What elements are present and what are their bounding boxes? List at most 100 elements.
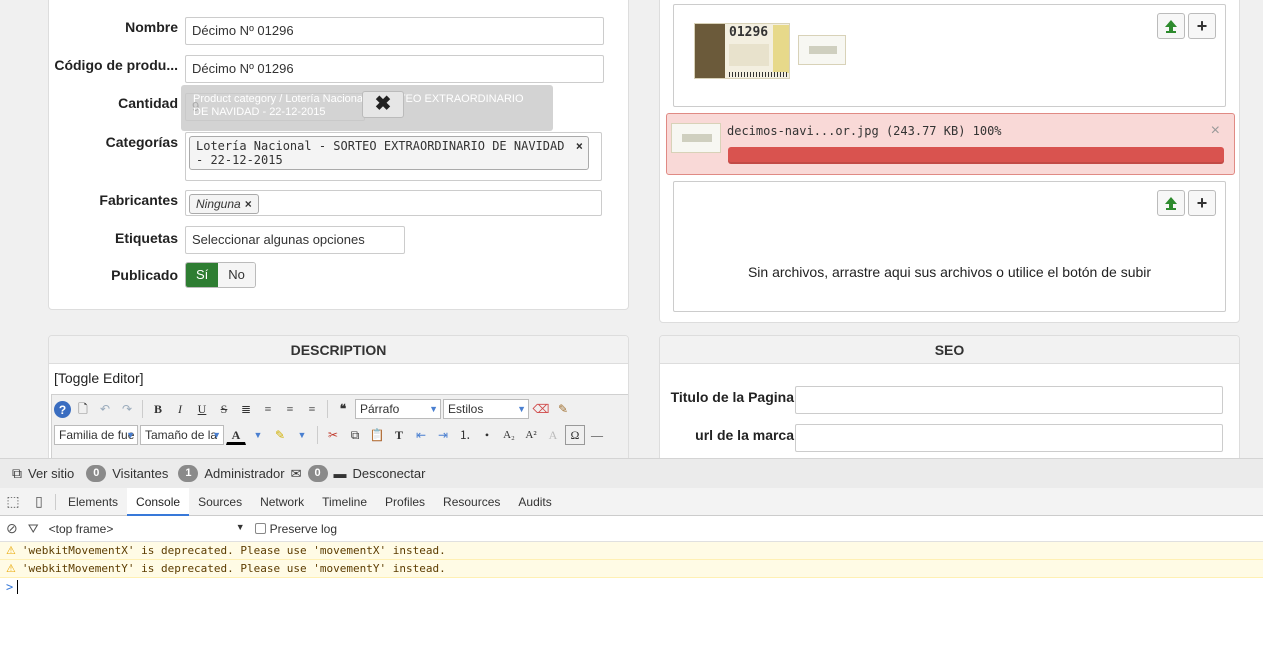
copy-icon[interactable]: ⧉ [345,425,365,445]
secondary-thumbnail[interactable] [798,35,846,65]
tab-resources[interactable]: Resources [434,488,509,516]
format-select-value: Párrafo [360,402,400,416]
remove-category-icon[interactable]: × [576,139,583,153]
logout-icon[interactable]: ▬ [334,466,347,481]
eraser-icon[interactable]: ⌫ [531,399,551,419]
device-mode-icon[interactable]: ▯ [26,493,52,510]
external-link-icon[interactable]: ⧉ [12,465,22,482]
font-size-select[interactable]: Tamaño de la ▼ [140,425,224,445]
align-right-icon[interactable]: ≡ [302,399,322,419]
cleanup-brush-icon[interactable]: ✎ [553,399,573,419]
strikethrough-button[interactable]: S [214,399,234,419]
format-select[interactable]: Párrafo ▼ [355,399,441,419]
tab-timeline[interactable]: Timeline [313,488,376,516]
toolbar-separator [142,400,143,418]
tab-profiles[interactable]: Profiles [376,488,434,516]
align-center-icon[interactable]: ≡ [258,399,278,419]
brand-url-input[interactable] [795,424,1223,452]
paste-text-icon[interactable]: T [389,425,409,445]
image-dropzone-main[interactable]: 01296 + [673,4,1226,107]
font-size-select-value: Tamaño de la [145,428,218,442]
code-input[interactable]: Décimo Nº 01296 [185,55,604,83]
redo-icon[interactable]: ↷ [117,399,137,419]
inspect-element-icon[interactable]: ⬚ [0,493,26,510]
frame-select[interactable]: <top frame> ▼ [49,522,245,536]
chevron-down-icon: ▼ [235,521,245,532]
tab-network[interactable]: Network [251,488,313,516]
envelope-icon[interactable]: ✉ [291,466,302,482]
horizontal-rule-icon[interactable]: — [587,425,607,445]
remove-manufacturer-icon[interactable]: × [245,197,252,211]
blockquote-icon[interactable]: ❝ [333,399,353,419]
logout-link[interactable]: Desconectar [353,466,426,481]
chevron-down-icon[interactable]: ▼ [292,425,312,445]
chevron-down-icon: ▼ [517,404,526,414]
published-toggle[interactable]: Sí No [185,262,256,288]
admins-label[interactable]: Administrador [204,466,284,481]
messages-badge: 0 [307,465,328,482]
tooltip-close-button[interactable]: ✖ [362,91,404,118]
bold-button[interactable]: B [148,399,168,419]
name-label: Nombre [125,19,178,35]
lottery-ticket-thumbnail[interactable]: 01296 [694,23,790,79]
cut-icon[interactable]: ✂ [323,425,343,445]
upload-close-icon[interactable]: × [1211,122,1220,140]
visitors-badge: 0 [86,465,107,482]
help-icon[interactable]: ? [54,400,71,418]
font-family-select[interactable]: Familia de fue ▼ [54,425,138,445]
published-no-button[interactable]: No [218,263,255,287]
filter-icon[interactable]: ⛛ [28,521,39,537]
plus-icon: + [1196,16,1208,36]
undo-icon[interactable]: ↶ [95,399,115,419]
underline-button[interactable]: U [192,399,212,419]
console-warning: ⚠ 'webkitMovementX' is deprecated. Pleas… [0,542,1263,560]
subscript-icon[interactable]: A₂ [499,425,519,445]
italic-button[interactable]: I [170,399,190,419]
console-prompt[interactable]: > [0,578,1263,596]
font-family-select-value: Familia de fue [59,428,135,442]
justify-icon[interactable]: ≣ [236,399,256,419]
categories-input[interactable]: Lotería Nacional - SORTEO EXTRAORDINARIO… [185,132,602,181]
outdent-icon[interactable]: ⇤ [411,425,431,445]
admin-bar: ⧉ Ver sitio 0 Visitantes 1 Administrador… [0,458,1263,488]
upload-button-secondary[interactable] [1157,190,1185,216]
name-input[interactable]: Décimo Nº 01296 [185,17,604,45]
align-left-icon[interactable]: ≡ [280,399,300,419]
tags-input[interactable]: Seleccionar algunas opciones [185,226,405,254]
styles-select[interactable]: Estilos ▼ [443,399,529,419]
add-image-button[interactable]: + [1188,13,1216,39]
seo-header: SEO [660,336,1239,364]
seo-section: SEO Titulo de la Pagina url de la marca [659,335,1240,458]
visitors-label[interactable]: Visitantes [112,466,168,481]
special-char-icon[interactable]: Ω [565,425,585,445]
chevron-down-icon[interactable]: ▼ [248,425,268,445]
code-label: Código de produ... [54,57,178,73]
text-color-icon[interactable]: A [226,425,246,445]
page-title-input[interactable] [795,386,1223,414]
preserve-log-checkbox[interactable] [254,523,266,534]
numbered-list-icon[interactable]: ⒈ [455,425,475,445]
bullet-list-icon[interactable]: • [477,425,497,445]
tab-console[interactable]: Console [127,487,190,516]
paste-icon[interactable]: 📋 [367,425,387,445]
clear-console-icon[interactable]: ⊘ [6,520,18,537]
view-site-link[interactable]: Ver sitio [28,466,74,481]
manufacturer-tag: Ninguna × [189,194,259,214]
indent-icon[interactable]: ⇥ [433,425,453,445]
tab-audits[interactable]: Audits [509,488,560,516]
tab-elements[interactable]: Elements [59,488,127,516]
published-yes-button[interactable]: Sí [186,263,219,287]
tab-sources[interactable]: Sources [189,488,251,516]
new-document-icon[interactable]: 🗋 [73,399,93,419]
page-title-row: Titulo de la Pagina [660,386,1239,416]
upload-progress-row: decimos-navi...or.jpg (243.77 KB) 100% × [666,113,1235,175]
image-dropzone-secondary[interactable]: + Sin archivos, arrastre aqui sus archiv… [673,181,1226,312]
toggle-editor-link[interactable]: [Toggle Editor] [54,370,144,386]
console-cursor [17,580,19,594]
upload-button[interactable] [1157,13,1185,39]
highlight-color-icon[interactable]: ✎ [270,425,290,445]
add-image-button-secondary[interactable]: + [1188,190,1216,216]
superscript-icon[interactable]: A² [521,425,541,445]
toolbar-separator [327,400,328,418]
manufacturers-input[interactable]: Ninguna × [185,190,602,216]
